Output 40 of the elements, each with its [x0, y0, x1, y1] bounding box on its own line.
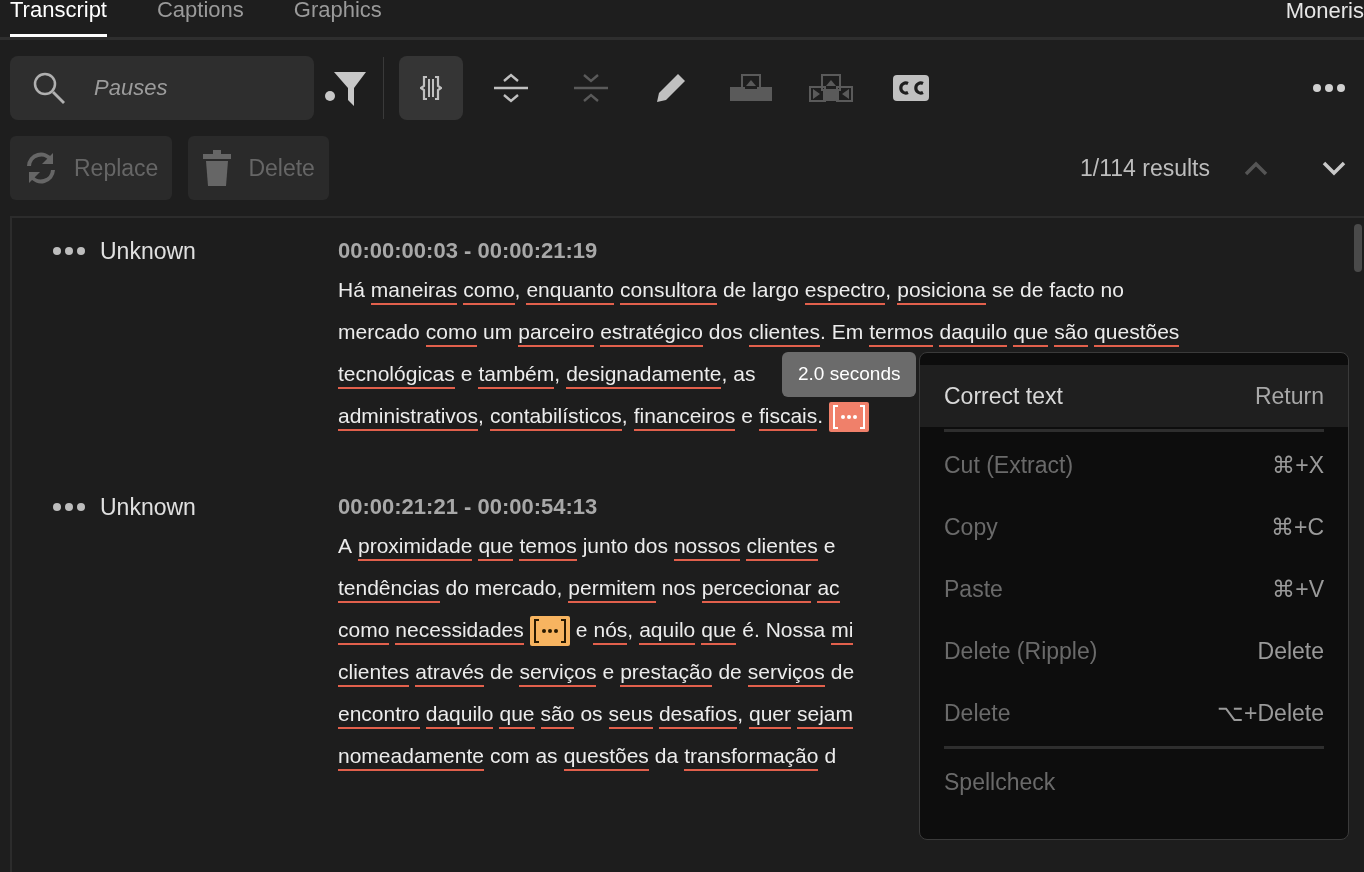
results-count: 1/114 results [1080, 153, 1210, 183]
transcript-line: clientes através de serviços e prestação de serviços de [338, 652, 855, 694]
expand-icon [493, 72, 529, 104]
more-icon[interactable] [52, 246, 86, 256]
transcript-line: administrativos, contabilísticos, financeiros e fiscais. [338, 396, 870, 438]
transcript-line: nomeadamente com as questões da transformação d [338, 736, 837, 778]
export-icon [809, 74, 853, 102]
pause-brackets-icon [420, 75, 442, 101]
toolbar-button[interactable] [399, 56, 463, 120]
collapse-icon [573, 72, 609, 104]
tab[interactable]: Transcript [10, 0, 107, 37]
project-name: Moneris [1285, 0, 1364, 25]
trash-icon [202, 150, 233, 186]
closed-captions-icon [893, 75, 929, 101]
transcript-line: A proximidade que temos junto dos nossos clientes e [338, 526, 836, 568]
more-icon[interactable] [1312, 83, 1346, 93]
transcript-line: Há maneiras como, enquanto consultora de largo espectro, posiciona se de facto no [338, 270, 1124, 312]
speaker-name[interactable]: Unknown [100, 233, 196, 269]
chevron-down-icon[interactable] [1322, 160, 1346, 176]
export-icon [729, 74, 773, 102]
search-field[interactable]: Pauses [10, 56, 314, 120]
transcript-line: encontro daquilo que são os seus desafios, quer sejam [338, 694, 854, 736]
refresh-icon [24, 151, 58, 185]
pencil-icon [654, 71, 688, 105]
scrollbar-thumb[interactable] [1354, 224, 1362, 272]
timecode: 00:00:21:21 - 00:00:54:13 [338, 493, 599, 521]
search-icon [32, 71, 66, 105]
speaker-name[interactable]: Unknown [100, 489, 196, 525]
pause-marker[interactable] [529, 616, 570, 646]
pause-marker[interactable] [829, 402, 870, 432]
menu-item[interactable]: Correct text Return [920, 365, 1348, 427]
transcript-line: mercado como um parceiro estratégico dos clientes. Em termos daquilo que são questões [338, 312, 1180, 354]
transcript-line: tendências do mercado, permitem nos percecionar ac [338, 568, 840, 610]
transcript-line: tecnológicas e também, designadamente, as [338, 354, 756, 396]
tooltip: 2.0 seconds [782, 352, 917, 397]
timecode: 00:00:00:03 - 00:00:21:19 [338, 237, 599, 265]
tab[interactable]: Captions [157, 0, 244, 37]
more-icon[interactable] [52, 502, 86, 512]
tab[interactable]: Graphics [293, 0, 382, 37]
transcript-line: como necessidades e nós, aquilo que é. Nossa mi [338, 610, 854, 652]
